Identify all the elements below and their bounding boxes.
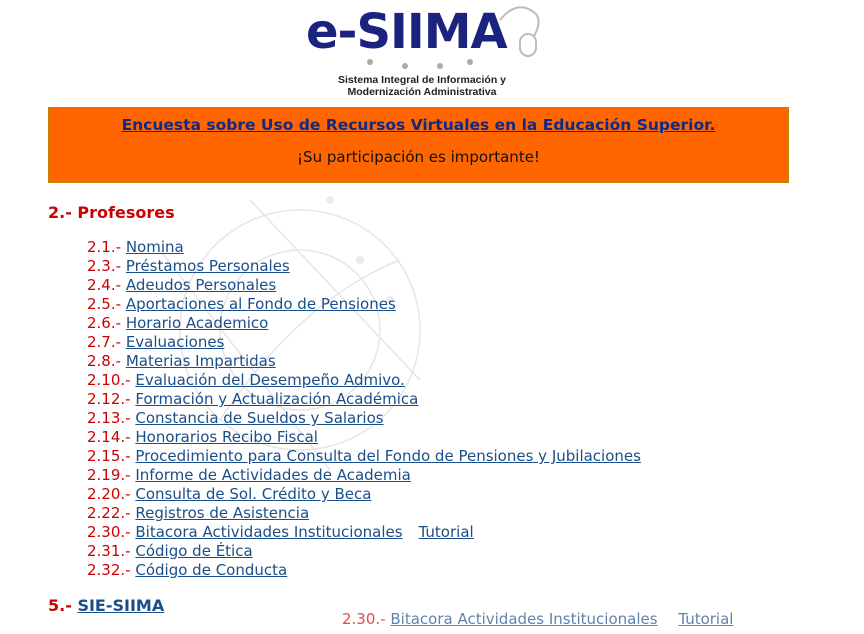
survey-banner: Encuesta sobre Uso de Recursos Virtuales… xyxy=(48,107,789,183)
menu-item-link[interactable]: Procedimiento para Consulta del Fondo de… xyxy=(135,447,641,465)
sie-siima-link[interactable]: SIE-SIIMA xyxy=(77,596,164,615)
menu-item: 2.5.- Aportaciones al Fondo de Pensiones xyxy=(87,295,641,314)
logo-subtitle-line2: Modernización Administrativa xyxy=(347,86,497,98)
menu-item-number: 2.10.- xyxy=(87,371,131,389)
menu-item-number: 2.19.- xyxy=(87,466,131,484)
menu-item-link[interactable]: Préstamos Personales xyxy=(126,257,290,275)
menu-item-number: 2.15.- xyxy=(87,447,131,465)
menu-item: 2.10.- Evaluación del Desempeño Admivo. xyxy=(87,371,641,390)
menu-item: 2.30.- Bitacora Actividades Instituciona… xyxy=(87,523,641,542)
menu-item-number: 2.32.- xyxy=(87,561,131,579)
menu-item-number: 2.1.- xyxy=(87,238,122,256)
menu-item-number: 2.22.- xyxy=(87,504,131,522)
ghost-bitacora-row: 2.30.- Bitacora Actividades Instituciona… xyxy=(342,610,749,628)
menu-item: 2.22.- Registros de Asistencia xyxy=(87,504,641,523)
menu-item-number: 2.5.- xyxy=(87,295,122,313)
section-sie-siima-number: 5.- xyxy=(48,596,72,615)
menu-item-number: 2.6.- xyxy=(87,314,122,332)
tutorial-link[interactable]: Tutorial xyxy=(419,523,474,541)
menu-item: 2.8.- Materias Impartidas xyxy=(87,352,641,371)
section-profesores-title: 2.- Profesores xyxy=(48,203,175,222)
menu-item-number: 2.7.- xyxy=(87,333,122,351)
menu-item: 2.31.- Código de Ética xyxy=(87,542,641,561)
menu-item: 2.3.- Préstamos Personales xyxy=(87,257,641,276)
menu-item-link[interactable]: Informe de Actividades de Academia xyxy=(135,466,410,484)
logo-subtitle-line1: Sistema Integral de Información y xyxy=(337,74,507,86)
section-sie-siima: 5.- SIE-SIIMA xyxy=(48,596,164,615)
logo-dots xyxy=(367,59,473,69)
menu-item: 2.12.- Formación y Actualización Académi… xyxy=(87,390,641,409)
menu-item-number: 2.30.- xyxy=(87,523,131,541)
ghost-number: 2.30.- xyxy=(342,610,386,628)
menu-item-link[interactable]: Bitacora Actividades Institucionales xyxy=(135,523,402,541)
menu-item-link[interactable]: Constancia de Sueldos y Salarios xyxy=(135,409,383,427)
menu-item-link[interactable]: Registros de Asistencia xyxy=(135,504,309,522)
menu-item-link[interactable]: Aportaciones al Fondo de Pensiones xyxy=(126,295,396,313)
menu-item: 2.20.- Consulta de Sol. Crédito y Beca xyxy=(87,485,641,504)
ghost-tutorial-link[interactable]: Tutorial xyxy=(678,610,733,628)
menu-item-link[interactable]: Código de Ética xyxy=(135,542,252,560)
menu-item: 2.1.- Nomina xyxy=(87,238,641,257)
menu-item: 2.6.- Horario Academico xyxy=(87,314,641,333)
menu-item-link[interactable]: Horario Academico xyxy=(126,314,269,332)
menu-item-number: 2.13.- xyxy=(87,409,131,427)
menu-item: 2.7.- Evaluaciones xyxy=(87,333,641,352)
menu-item: 2.13.- Constancia de Sueldos y Salarios xyxy=(87,409,641,428)
menu-item-link[interactable]: Adeudos Personales xyxy=(126,276,276,294)
menu-item: 2.14.- Honorarios Recibo Fiscal xyxy=(87,428,641,447)
menu-item-link[interactable]: Evaluaciones xyxy=(126,333,225,351)
survey-tagline: ¡Su participación es importante! xyxy=(297,148,540,166)
menu-item-number: 2.31.- xyxy=(87,542,131,560)
menu-item-link[interactable]: Nomina xyxy=(126,238,184,256)
menu-item: 2.15.- Procedimiento para Consulta del F… xyxy=(87,447,641,466)
menu-item-number: 2.12.- xyxy=(87,390,131,408)
menu-item-link[interactable]: Consulta de Sol. Crédito y Beca xyxy=(135,485,371,503)
menu-item: 2.4.- Adeudos Personales xyxy=(87,276,641,295)
menu-item-number: 2.20.- xyxy=(87,485,131,503)
menu-item-link[interactable]: Formación y Actualización Académica xyxy=(135,390,418,408)
ghost-bitacora-link[interactable]: Bitacora Actividades Institucionales xyxy=(390,610,657,628)
menu-item-number: 2.3.- xyxy=(87,257,122,275)
survey-link[interactable]: Encuesta sobre Uso de Recursos Virtuales… xyxy=(122,116,716,134)
menu-item-link[interactable]: Materias Impartidas xyxy=(126,352,276,370)
esiima-logo: e-SIIMA Sistema Integral de Información … xyxy=(300,0,550,100)
menu-item-number: 2.4.- xyxy=(87,276,122,294)
profesores-menu: 2.1.- Nomina 2.3.- Préstamos Personales 2.… xyxy=(87,238,641,580)
menu-item-link[interactable]: Evaluación del Desempeño Admivo. xyxy=(135,371,404,389)
logo-subtitle: Sistema Integral de Información y Modern… xyxy=(300,74,544,98)
mouse-icon xyxy=(499,6,540,57)
menu-item: 2.32.- Código de Conducta xyxy=(87,561,641,580)
menu-item-number: 2.8.- xyxy=(87,352,122,370)
menu-item-link[interactable]: Honorarios Recibo Fiscal xyxy=(135,428,318,446)
menu-item: 2.19.- Informe de Actividades de Academi… xyxy=(87,466,641,485)
menu-item-link[interactable]: Código de Conducta xyxy=(135,561,287,579)
menu-item-number: 2.14.- xyxy=(87,428,131,446)
